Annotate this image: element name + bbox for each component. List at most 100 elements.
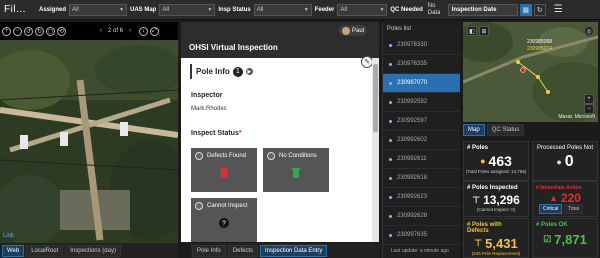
person-icon: ● xyxy=(556,157,562,167)
pole-list-item[interactable]: 230976335 xyxy=(383,55,460,74)
reset-icon[interactable]: ⟲ xyxy=(57,26,66,36)
poles-list: 230976330 230976335 230987070 230992592 2309… xyxy=(383,36,460,245)
person-icon: ● xyxy=(480,156,486,166)
filter-qc-needed[interactable]: QC Needed No Data xyxy=(387,0,447,20)
chevron-down-icon: ▼ xyxy=(303,6,309,13)
pole-list-item[interactable]: 230992611 xyxy=(383,150,460,169)
inspection-form: Paul OHSI Virtual Inspection ✎ Pole Info… xyxy=(181,22,379,242)
toggle-critical[interactable]: Critical xyxy=(539,204,563,214)
map-attribution: Maxar, Microsoft xyxy=(558,114,595,120)
pole-list-item[interactable]: 230992597 xyxy=(383,112,460,131)
layers-icon[interactable]: ◧ xyxy=(467,26,477,36)
option-defects-found[interactable]: Defects Found xyxy=(191,148,257,192)
kpi-value: ⊤ 13,296 xyxy=(464,193,528,207)
kpi-title: Processed Poles Not xyxy=(536,145,594,151)
pole-id: 230997635 xyxy=(397,232,428,238)
user-chip[interactable]: Paul xyxy=(338,25,367,36)
tab-defects[interactable]: Defects xyxy=(227,244,259,257)
select-value: All xyxy=(162,6,170,13)
hamburger-menu-icon[interactable]: ☰ xyxy=(554,4,563,15)
map-view[interactable]: ◧ ⊞ ◎ + − 230985068 230985074 Maxar, Mic… xyxy=(463,22,598,122)
pole-list-item[interactable]: 230997635 xyxy=(383,226,460,245)
filter-feeder: Feeder All ▼ xyxy=(312,0,388,20)
pole-list-item[interactable]: 230992628 xyxy=(383,207,460,226)
option-no-conditions[interactable]: No Conditions xyxy=(263,148,329,192)
tab-inspections-day[interactable]: Inspections (day) xyxy=(65,244,121,257)
inspection-date-filter[interactable]: Inspection Date xyxy=(447,3,518,16)
kpi-number: 463 xyxy=(488,153,512,169)
kpi-subtext: (645 Pole Replacement) xyxy=(471,251,521,256)
locate-icon[interactable]: ◎ xyxy=(584,26,594,36)
pole-list-item[interactable]: 230992592 xyxy=(383,93,460,112)
zoom-out-icon[interactable]: − xyxy=(13,26,22,36)
chevron-right-icon[interactable]: ▶ xyxy=(245,68,253,75)
inspector-value[interactable]: Mark.Rhodes xyxy=(191,106,227,112)
rotate-right-icon[interactable]: ↻ xyxy=(35,26,44,36)
option-label: No Conditions xyxy=(279,153,317,159)
bullet-icon xyxy=(389,62,392,66)
zoom-in-icon[interactable]: + xyxy=(2,26,11,36)
feeder-select[interactable]: All ▼ xyxy=(337,3,388,16)
radio-icon[interactable] xyxy=(267,152,275,160)
rotate-left-icon[interactable]: ↺ xyxy=(24,26,33,36)
top-bar: Fil... Assigned All ▼ UAS Map All ▼ Insp… xyxy=(0,0,600,20)
next-photo-icon[interactable]: › xyxy=(129,28,131,34)
section-pole-info[interactable]: Pole Info 1 ▶ xyxy=(190,64,340,79)
radio-icon[interactable] xyxy=(195,202,203,210)
zoom-out-map-icon[interactable]: − xyxy=(584,104,594,114)
tab-localroot[interactable]: LocalRoot xyxy=(26,244,64,257)
prev-photo-icon[interactable]: ‹ xyxy=(100,28,102,34)
app-root: Fil... Assigned All ▼ UAS Map All ▼ Insp… xyxy=(0,0,600,258)
download-icon[interactable]: ↓ xyxy=(139,26,149,36)
option-cannot-inspect[interactable]: Cannot Inspect ? xyxy=(191,198,257,242)
fit-icon[interactable]: ◻ xyxy=(46,26,55,36)
form-header: Paul OHSI Virtual Inspection xyxy=(181,22,379,58)
left-tab-bar: Web LocalRoot Inspections (day) xyxy=(0,243,178,258)
kpi-inspected: # Poles Inspected ⊤ 13,296 (Cannot Inspec… xyxy=(463,181,529,217)
filter-insp-status: Insp Status All ▼ xyxy=(215,0,312,20)
tab-inspection-data-entry[interactable]: Inspection Data Entry xyxy=(260,244,328,257)
bullet-icon xyxy=(389,176,392,180)
pole-list-item[interactable]: 230992618 xyxy=(383,169,460,188)
assigned-select[interactable]: All ▼ xyxy=(69,3,128,16)
bullet-icon xyxy=(389,195,392,199)
toggle-total[interactable]: Total xyxy=(564,204,583,214)
pole-id: 230992611 xyxy=(397,156,427,162)
grid-view-icon[interactable]: ▦ xyxy=(519,3,532,16)
pole-list-item[interactable]: 230992623 xyxy=(383,188,460,207)
filter-label: Assigned xyxy=(39,6,67,13)
poles-list-panel: Poles list 230976330 230976335 230987070 23… xyxy=(382,22,460,258)
pole-list-item[interactable]: 230987070 xyxy=(383,74,460,93)
kpi-processed-not: Processed Poles Not ● 0 xyxy=(532,141,598,181)
photo-link[interactable]: Link xyxy=(3,233,14,239)
fullscreen-icon[interactable]: ⤢ xyxy=(150,26,160,36)
pole-id: 230976335 xyxy=(397,61,428,67)
refresh-icon[interactable]: ↻ xyxy=(533,3,546,16)
kpi-value: ☑ 7,871 xyxy=(533,232,597,247)
filter-label: UAS Map xyxy=(130,6,157,13)
pole-list-item[interactable]: 230992602 xyxy=(383,131,460,150)
kpi-defects: # Poles with Defects ⊤ 5,431 (645 Pole Re… xyxy=(463,218,529,258)
kpi-number: 0 xyxy=(564,153,574,170)
tab-qc-status[interactable]: QC Status xyxy=(486,124,525,136)
kpi-number: 7,871 xyxy=(554,232,587,247)
kpi-immediate-action: # Immediate Action ▲ 220 Critical Total xyxy=(532,181,598,217)
bullet-icon xyxy=(389,233,392,237)
kpi-number: 5,431 xyxy=(485,236,518,251)
zoom-in-map-icon[interactable]: + xyxy=(584,94,594,104)
basemap-icon[interactable]: ⊞ xyxy=(479,26,489,36)
insp-status-select[interactable]: All ▼ xyxy=(253,3,312,16)
uas-map-select[interactable]: All ▼ xyxy=(159,3,216,16)
tab-web[interactable]: Web xyxy=(2,244,25,257)
pole-list-item[interactable]: 230976330 xyxy=(383,36,460,55)
filter-label: QC Needed xyxy=(390,6,423,13)
scroll-thumb[interactable] xyxy=(373,64,378,132)
kpi-value: ▲ 220 xyxy=(533,191,597,205)
pole-photo[interactable] xyxy=(0,40,178,250)
kpi-poles: # Poles ● 463 (Total Poles assigned: 13,7… xyxy=(463,141,529,181)
form-tab-bar: Pole Info Defects Inspection Data Entry xyxy=(190,243,380,258)
form-scrollbar[interactable] xyxy=(372,58,379,242)
tab-map[interactable]: Map xyxy=(463,124,485,136)
radio-icon[interactable] xyxy=(195,152,203,160)
tab-pole-info[interactable]: Pole Info xyxy=(192,244,226,257)
